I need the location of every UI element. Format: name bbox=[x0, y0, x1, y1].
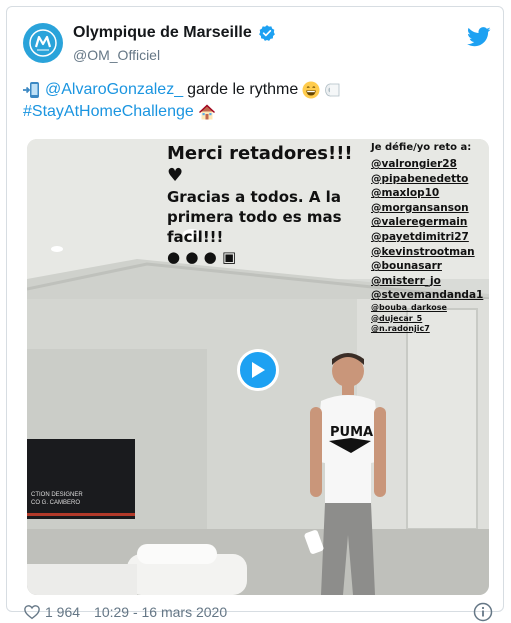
challenged-user: @stevemandanda1 bbox=[371, 289, 484, 302]
challenged-user: @valrongier28 bbox=[371, 158, 457, 170]
tweet-card: Olympique de Marseille @OM_Officiel @Alv… bbox=[6, 6, 504, 622]
challenged-user: @valeregermain bbox=[371, 216, 468, 229]
video-subline: Gracias a todos. A la primera todo es ma… bbox=[167, 188, 342, 246]
heart-icon[interactable] bbox=[23, 603, 41, 621]
challenged-user: @bounasarr bbox=[371, 260, 442, 273]
challenged-user: @kevinstrootman bbox=[371, 245, 475, 258]
grinning-face-emoji-icon bbox=[302, 81, 320, 99]
video-overlay-message: Merci retadores!!! ♥ Gracias a todos. A … bbox=[167, 143, 367, 267]
shirt-logo: PUMA bbox=[330, 425, 373, 440]
om-logo-icon[interactable] bbox=[23, 23, 63, 63]
display-name[interactable]: Olympique de Marseille bbox=[73, 24, 252, 42]
challenged-user: @payetdimitri27 bbox=[371, 230, 469, 243]
play-icon bbox=[252, 362, 265, 378]
challenged-user-small: @n.radonjic7 bbox=[371, 324, 430, 334]
house-emoji-icon bbox=[198, 104, 215, 120]
verified-badge-icon bbox=[258, 25, 275, 41]
camera-emoji-icon: ▣ bbox=[221, 248, 237, 266]
tweet-text: @AlvaroGonzalez_ garde le rythme #StayAt… bbox=[23, 79, 493, 123]
challenged-user: @pipabenedetto bbox=[371, 172, 469, 185]
challenge-list: Je défie/yo reto a: @valrongier28 @pipab… bbox=[371, 141, 489, 335]
sunglasses-emoji-icon: ● bbox=[167, 248, 181, 266]
challenged-user-small: @dujecar_5 bbox=[371, 313, 423, 323]
tweet-footer: 1 964 10:29 - 16 mars 2020 bbox=[23, 601, 493, 623]
challenged-user: @maxlop10 bbox=[371, 187, 440, 200]
video-headline: Merci retadores!!! bbox=[167, 143, 353, 164]
black-heart-emoji-icon: ♥ bbox=[167, 165, 184, 186]
challenge-header: Je défie/yo reto a: bbox=[371, 142, 472, 153]
smile-emoji-icon: ● bbox=[185, 248, 199, 266]
handle[interactable]: @OM_Officiel bbox=[73, 47, 160, 63]
video-player[interactable]: PUMA Merci retadores!!! ♥ Gracias a todo… bbox=[27, 139, 489, 595]
info-icon[interactable] bbox=[473, 602, 493, 622]
hashtag-link[interactable]: #StayAtHomeChallenge bbox=[23, 101, 194, 123]
toilet-paper-emoji-icon bbox=[325, 83, 340, 97]
challenged-user: @misterr_jo bbox=[371, 274, 441, 287]
name-row: Olympique de Marseille bbox=[73, 24, 276, 42]
twitter-bird-icon[interactable] bbox=[467, 27, 491, 47]
tv-caption: CTION DESIGNER CO G. CAMBERO bbox=[31, 492, 83, 506]
challenged-user: @morgansanson bbox=[371, 201, 469, 214]
phone-arrow-emoji-icon bbox=[23, 82, 39, 98]
challenged-user-small: @bouba_darkose bbox=[371, 302, 447, 312]
tweet-line-2: #StayAtHomeChallenge bbox=[23, 101, 493, 123]
tweet-line-1: @AlvaroGonzalez_ garde le rythme bbox=[23, 79, 493, 101]
laughing-emoji-icon: ● bbox=[203, 248, 217, 266]
play-button[interactable] bbox=[237, 349, 279, 391]
mention-link[interactable]: @AlvaroGonzalez_ bbox=[45, 79, 183, 101]
tweet-body-text: garde le rythme bbox=[187, 81, 299, 98]
tweet-header: Olympique de Marseille @OM_Officiel bbox=[23, 21, 493, 69]
emoji-row: ● ● ● ▣ bbox=[167, 247, 367, 267]
